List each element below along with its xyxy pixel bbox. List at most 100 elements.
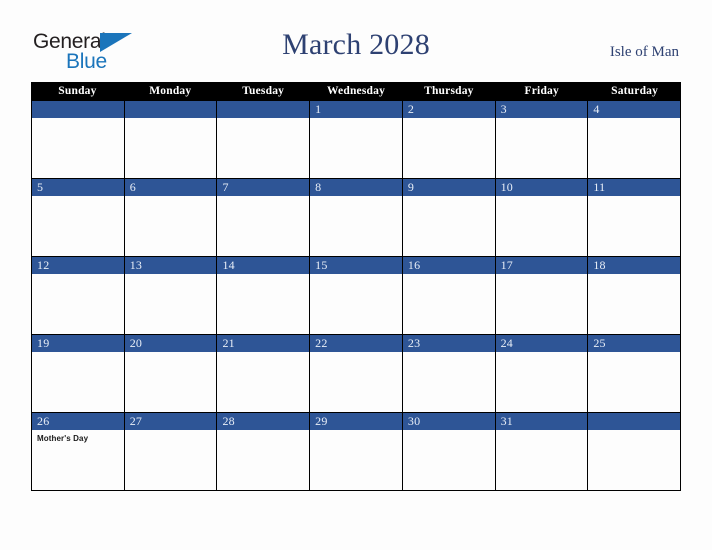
day-number-bar: 28 [217,413,310,430]
day-cell[interactable]: 27 [124,413,218,490]
day-cell[interactable] [588,413,682,490]
day-cell[interactable]: 15 [310,257,403,334]
day-cell[interactable]: 30 [402,413,496,490]
day-number-bar: 27 [124,413,217,430]
day-number-bar: 15 [310,257,402,274]
day-number-bar: 17 [495,257,588,274]
weekday-header-thursday: Thursday [424,85,474,97]
day-number: 2 [407,102,415,116]
day-number: 15 [315,258,328,272]
day-cell[interactable]: 9 [402,179,496,256]
day-cell[interactable]: 18 [588,257,682,334]
day-number: 30 [407,414,421,428]
day-number-bar: 19 [32,335,124,352]
day-cell[interactable] [32,101,125,178]
page-header: General Blue March 2028 Isle of Man [0,0,712,82]
day-events [496,196,588,256]
day-number-bar [588,413,681,430]
day-events [403,352,495,412]
day-number: 5 [37,180,44,194]
day-cell[interactable]: 25 [588,335,682,412]
day-number-bar: 4 [588,101,681,118]
day-cell[interactable]: 7 [217,179,311,256]
day-number-bar: 8 [310,179,402,196]
day-cell[interactable]: 31 [495,413,589,490]
weekday-header-tuesday: Tuesday [242,85,285,97]
day-number-bar [32,101,124,118]
day-number: 26 [37,414,50,428]
day-number-bar: 1 [310,101,402,118]
day-cell[interactable]: 24 [495,335,589,412]
day-cell[interactable]: 21 [217,335,311,412]
day-number-bar: 31 [495,413,588,430]
day-number: 22 [315,336,328,350]
day-number-bar: 25 [588,335,681,352]
day-cell[interactable]: 11 [588,179,682,256]
day-events [32,196,124,256]
day-events [496,118,588,178]
day-events [310,430,402,490]
day-cell[interactable]: 3 [495,101,589,178]
day-number: 20 [129,336,143,350]
day-events [217,274,309,334]
day-events [310,118,402,178]
day-number: 1 [315,102,322,116]
day-cell[interactable]: 5 [32,179,125,256]
day-number: 31 [500,414,513,428]
day-number: 10 [500,180,513,194]
holiday-label: Mother's Day [37,434,89,443]
day-number-bar [124,101,217,118]
day-cell[interactable]: 26 Mother's Day [32,413,125,490]
day-number-bar: 7 [217,179,310,196]
calendar-week-row: 26 Mother's Day 27 28 29 30 31 [31,413,682,491]
day-number: 27 [129,414,143,428]
day-number-bar: 21 [217,335,310,352]
calendar-week-row: 12 13 14 15 16 17 18 [31,257,682,335]
day-cell[interactable]: 1 [310,101,403,178]
day-cell[interactable]: 22 [310,335,403,412]
day-events [217,352,309,412]
day-number: 16 [407,258,421,272]
day-cell[interactable] [124,101,218,178]
day-cell[interactable]: 2 [402,101,496,178]
day-cell[interactable]: 4 [588,101,682,178]
day-number: 12 [37,258,50,272]
day-number-bar: 10 [495,179,588,196]
day-cell[interactable]: 23 [402,335,496,412]
day-cell[interactable]: 8 [310,179,403,256]
day-number: 25 [593,336,606,350]
day-cell[interactable]: 19 [32,335,125,412]
day-events [32,118,124,178]
day-cell[interactable]: 12 [32,257,125,334]
day-cell[interactable]: 16 [402,257,496,334]
day-cell[interactable]: 28 [217,413,311,490]
day-events [125,352,217,412]
day-events [32,352,124,412]
day-cell[interactable] [217,101,311,178]
day-cell[interactable]: 6 [124,179,218,256]
day-number-bar: 26 [32,413,124,430]
day-events [496,352,588,412]
day-events [125,118,217,178]
day-events [403,118,495,178]
day-events [588,430,680,490]
day-events [588,274,680,334]
day-number: 23 [407,336,421,350]
day-cell[interactable]: 10 [495,179,589,256]
day-cell[interactable]: 20 [124,335,218,412]
day-cell[interactable]: 17 [495,257,589,334]
day-number: 13 [129,258,143,272]
day-number-bar: 9 [402,179,495,196]
region-label: Isle of Man [609,44,679,60]
day-cell[interactable]: 13 [124,257,218,334]
day-number: 19 [37,336,50,350]
day-cell[interactable]: 14 [217,257,311,334]
day-number-bar: 22 [310,335,402,352]
day-number: 6 [129,180,136,194]
day-number: 8 [315,180,322,194]
day-events [125,274,217,334]
day-events: Mother's Day [32,430,124,490]
day-events [32,274,124,334]
day-cell[interactable]: 29 [310,413,403,490]
day-number-bar: 3 [495,101,588,118]
